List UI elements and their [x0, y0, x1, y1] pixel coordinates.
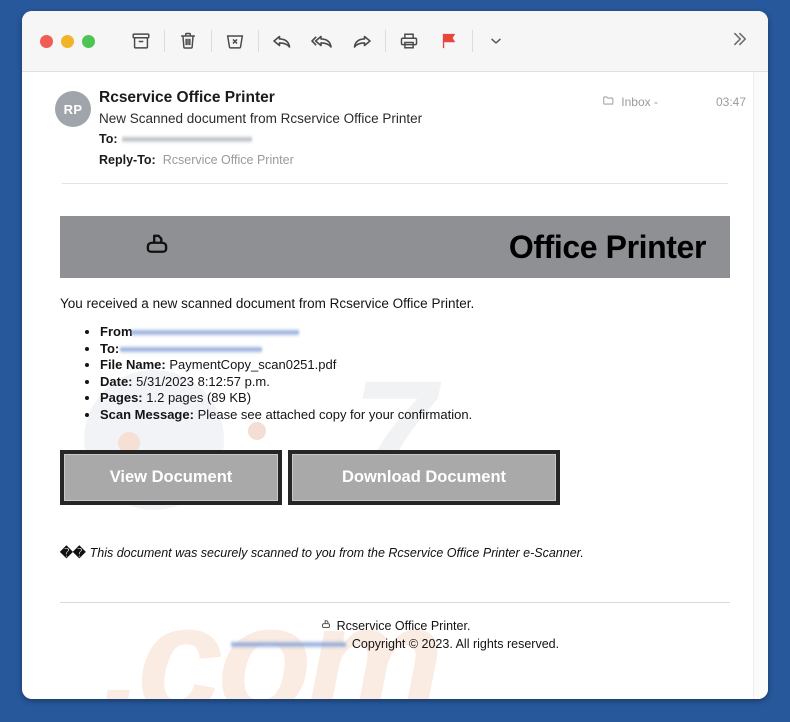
- toolbar-separator: [472, 30, 473, 52]
- detail-value: PaymentCopy_scan0251.pdf: [169, 357, 337, 372]
- maximize-window-button[interactable]: [82, 34, 95, 48]
- scan-detail-list: From To: File Name: PaymentCopy_scan0251…: [60, 324, 730, 422]
- detail-value: Please see attached copy for your confir…: [197, 406, 473, 422]
- to-field-row: To:: [99, 129, 748, 150]
- message-header: RP Rcservice Office Printer New Scanned …: [22, 72, 768, 194]
- detail-item-file-name: File Name: PaymentCopy_scan0251.pdf: [100, 357, 730, 373]
- detail-value: 1.2 pages (89 KB): [146, 390, 252, 405]
- email-content: Office Printer You received a new scanne…: [60, 216, 730, 653]
- detail-item-scan-message: Scan Message: Please see attached copy f…: [100, 407, 730, 423]
- minimize-window-button[interactable]: [61, 34, 74, 48]
- detail-item-date: Date: 5/31/2023 8:12:57 p.m.: [100, 374, 730, 390]
- footer-copyright-line: Copyright © 2023. All rights reserved.: [60, 635, 730, 653]
- forward-icon: [350, 29, 374, 53]
- email-banner: Office Printer: [60, 216, 730, 278]
- mail-toolbar: [22, 11, 768, 72]
- archive-button[interactable]: [121, 21, 161, 61]
- close-window-button[interactable]: [40, 34, 53, 48]
- flag-button[interactable]: [429, 21, 469, 61]
- reply-to-value: Rcservice Office Printer: [162, 153, 294, 167]
- secure-scan-note: �� This document was securely scanned to …: [60, 545, 730, 562]
- chevron-down-icon: [488, 33, 504, 49]
- banner-title: Office Printer: [508, 228, 707, 265]
- toolbar-separator: [164, 30, 165, 52]
- toolbar-separator: [211, 30, 212, 52]
- detail-key: To:: [100, 340, 120, 356]
- email-intro-text: You received a new scanned document from…: [60, 296, 475, 311]
- mail-window: RP Rcservice Office Printer New Scanned …: [22, 11, 768, 699]
- toolbar-overflow-button[interactable]: [722, 24, 756, 58]
- footer-copyright-text: Copyright © 2023. All rights reserved.: [351, 637, 560, 651]
- from-value-redacted: [130, 328, 299, 338]
- detail-key: Pages:: [100, 390, 143, 405]
- toolbar-separator: [385, 30, 386, 52]
- reply-to-field-row: Reply-To: Rcservice Office Printer: [99, 150, 748, 171]
- to-value-redacted: [120, 344, 263, 354]
- junk-button[interactable]: [215, 21, 255, 61]
- view-document-button[interactable]: View Document: [60, 450, 282, 505]
- delete-button[interactable]: [168, 21, 208, 61]
- forward-button[interactable]: [342, 21, 382, 61]
- unknown-glyphs: ��: [60, 546, 86, 560]
- secure-note-text: This document was securely scanned to yo…: [89, 546, 584, 560]
- detail-key: Scan Message:: [100, 406, 194, 422]
- archive-icon: [130, 30, 152, 52]
- printer-icon: [320, 617, 332, 635]
- message-subject: New Scanned document from Rcservice Offi…: [99, 111, 423, 126]
- to-label: To:: [99, 132, 118, 146]
- footer-value-redacted: [230, 639, 346, 649]
- detail-key: Date:: [100, 373, 133, 389]
- detail-key: From: [100, 324, 133, 339]
- scanner-icon: [142, 230, 172, 265]
- footer-divider: [60, 602, 730, 603]
- folder-icon: [602, 94, 615, 110]
- email-footer: Rcservice Office Printer. Copyright © 20…: [60, 617, 730, 653]
- window-controls: [40, 34, 95, 48]
- reply-all-button[interactable]: [302, 21, 342, 61]
- footer-company-name: Rcservice Office Printer.: [336, 619, 471, 633]
- cta-button-row: View Document Download Document: [60, 450, 730, 505]
- email-body: 7 .com Office Printer You received a new…: [22, 194, 768, 699]
- toolbar-separator: [258, 30, 259, 52]
- detail-item-pages: Pages: 1.2 pages (89 KB): [100, 390, 730, 406]
- reply-all-icon: [310, 29, 334, 53]
- print-button[interactable]: [389, 21, 429, 61]
- printer-icon: [398, 30, 420, 52]
- flag-icon: [438, 30, 460, 52]
- trash-icon: [177, 30, 199, 52]
- to-value-redacted: [121, 135, 252, 144]
- detail-key: File Name:: [100, 357, 166, 372]
- detail-item-to: To:: [100, 341, 730, 357]
- footer-company-line: Rcservice Office Printer.: [60, 617, 730, 635]
- avatar: RP: [55, 91, 91, 127]
- chevron-double-right-icon: [729, 29, 749, 54]
- message-time: 03:47: [715, 95, 746, 109]
- download-document-button[interactable]: Download Document: [288, 450, 560, 505]
- mailbox-label: Inbox -: [621, 95, 658, 109]
- reply-button[interactable]: [262, 21, 302, 61]
- detail-item-from: From: [100, 324, 730, 340]
- junk-mail-icon: [224, 30, 246, 52]
- detail-value: 5/31/2023 8:12:57 p.m.: [136, 373, 270, 389]
- flag-dropdown-button[interactable]: [476, 21, 516, 61]
- message-meta: Inbox - 03:47: [602, 94, 746, 110]
- reply-to-label: Reply-To:: [99, 153, 156, 167]
- toolbar-actions: [121, 21, 516, 61]
- vertical-scrollbar[interactable]: [753, 72, 768, 699]
- header-divider: [62, 183, 728, 184]
- reply-icon: [270, 29, 294, 53]
